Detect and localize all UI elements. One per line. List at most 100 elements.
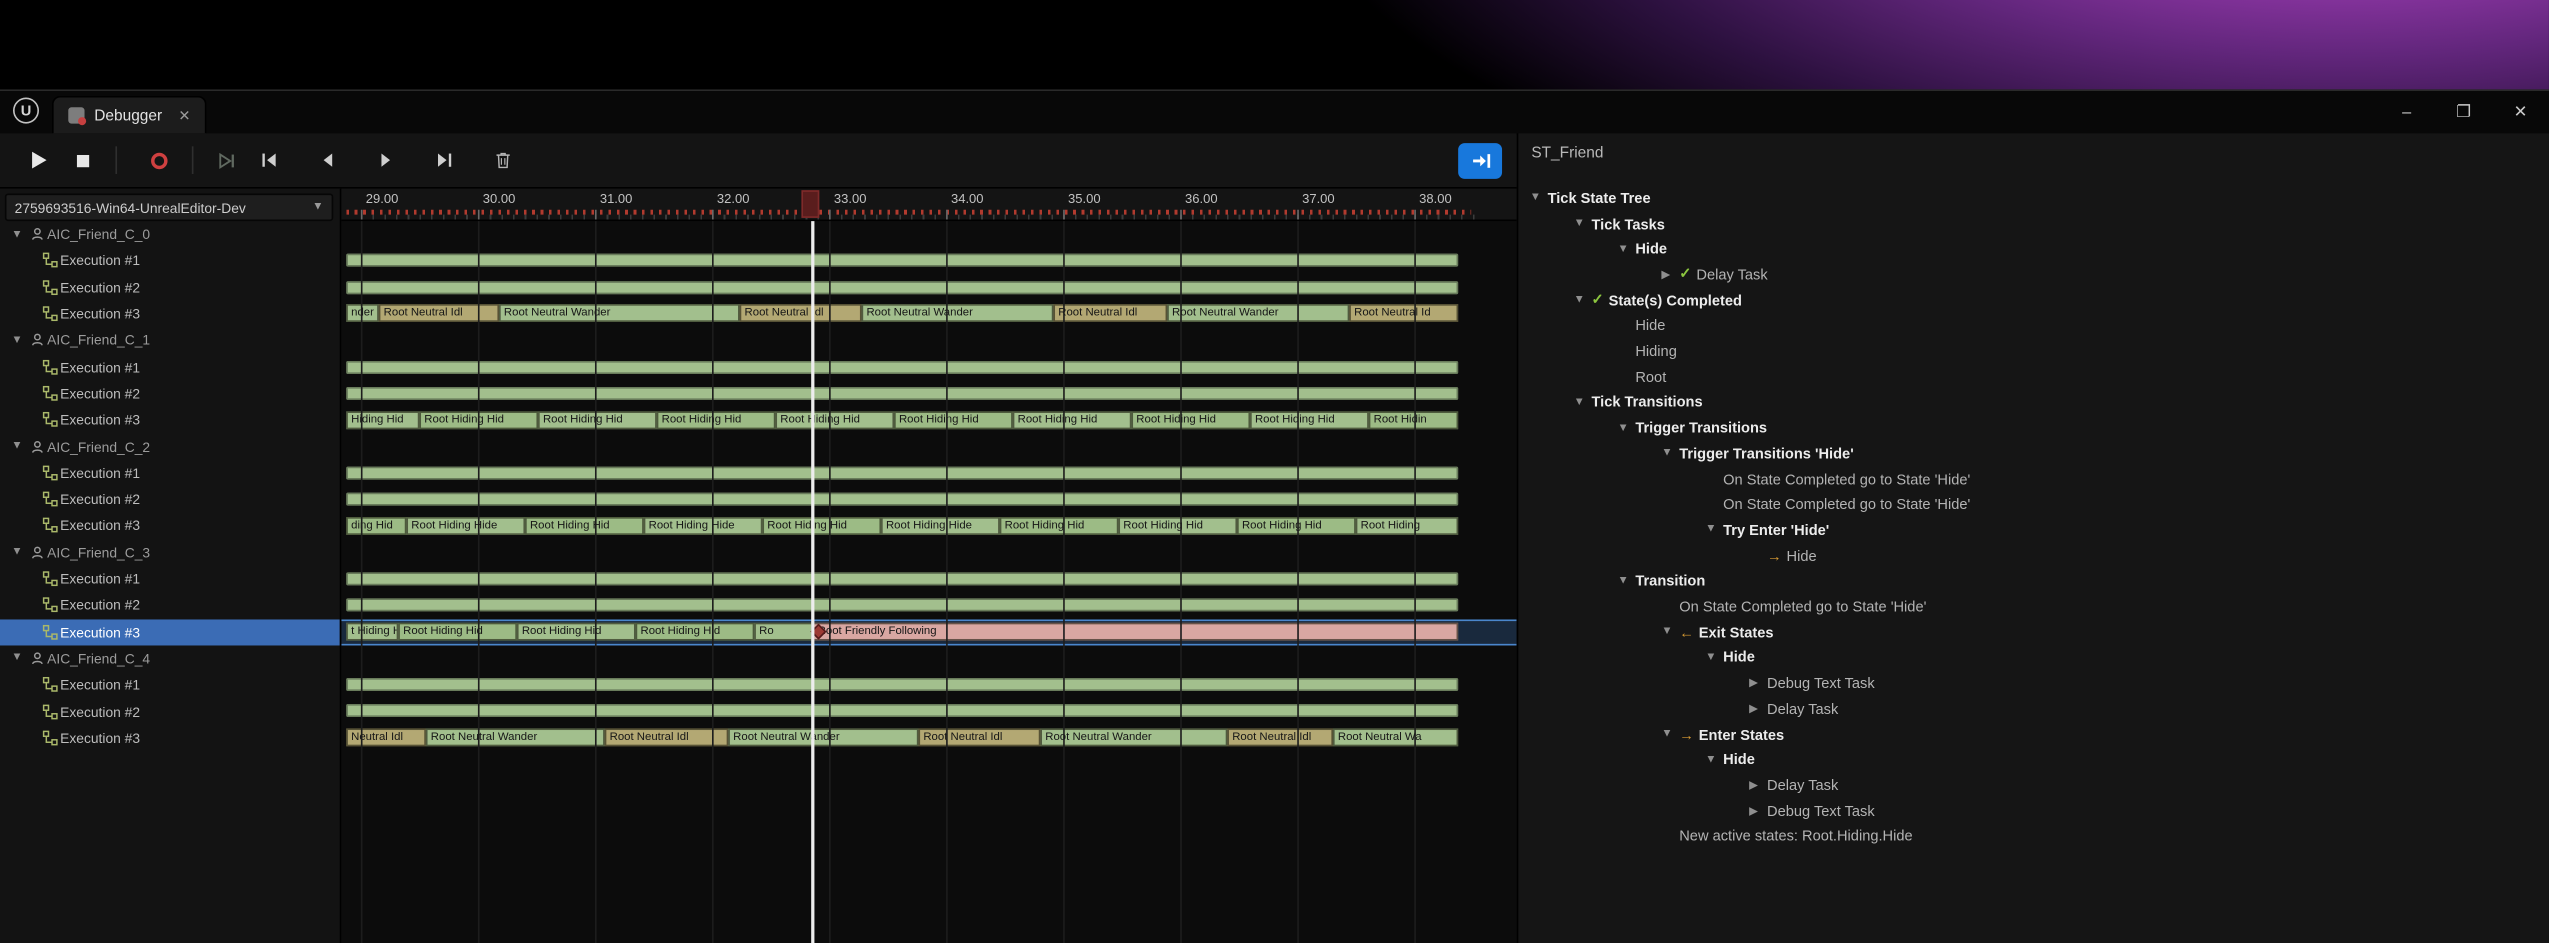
timeline-segment[interactable]: Root Neutral Wander	[499, 305, 740, 323]
timeline-segment[interactable]: Root Neutral Idl	[605, 729, 729, 747]
timeline-segment[interactable]: Root Neutral Idl	[1227, 729, 1333, 747]
timeline-bar[interactable]	[346, 599, 1458, 612]
state-tree-node[interactable]: Root	[1518, 364, 2549, 390]
caret-down-icon[interactable]: ▼	[1617, 422, 1635, 433]
timeline-segment[interactable]: Neutral Idl	[346, 729, 426, 747]
timeline-segment[interactable]: t Hiding Hid	[346, 623, 398, 641]
caret-down-icon[interactable]: ▼	[1661, 626, 1679, 637]
timeline-segment[interactable]: Root Hiding Hid	[1250, 411, 1369, 429]
next-frame-button[interactable]	[423, 139, 465, 181]
caret-right-icon[interactable]: ▶	[1661, 268, 1679, 281]
state-tree-node[interactable]: ▶Delay Task	[1518, 696, 2549, 722]
timeline-bar[interactable]	[346, 360, 1458, 373]
timeline-segment[interactable]: Root Hiding Hid	[636, 623, 755, 641]
timeline-segment[interactable]: Root Neutral Idl	[918, 729, 1040, 747]
timeline-segment[interactable]: Root Friendly Following	[813, 623, 1458, 641]
timeline-segment[interactable]: Root Hiding Hid	[1000, 517, 1119, 535]
minimize-button[interactable]: –	[2378, 91, 2435, 133]
state-tree-node[interactable]: ▼✓State(s) Completed	[1518, 287, 2549, 313]
timeline-segment[interactable]: Root Hiding Hide	[881, 517, 1000, 535]
execution-row[interactable]: Execution #1	[0, 566, 340, 592]
timeline-bar[interactable]	[346, 678, 1458, 691]
instance-row[interactable]: ▼AIC_Friend_C_4	[0, 645, 340, 671]
timeline[interactable]: 29.0030.0031.0032.0033.0034.0035.0036.00…	[341, 189, 1516, 943]
state-tree-node[interactable]: Hiding	[1518, 338, 2549, 364]
state-tree-node[interactable]: On State Completed go to State 'Hide'	[1518, 492, 2549, 518]
timeline-segment[interactable]: Root Neutral Idl	[1053, 305, 1167, 323]
caret-down-icon[interactable]: ▼	[1705, 754, 1723, 765]
timeline-segment[interactable]: Root Hiding Hid	[538, 411, 657, 429]
play-button[interactable]	[16, 139, 58, 181]
state-tree-node[interactable]: ▼→Enter States	[1518, 721, 2549, 747]
session-selector[interactable]: 2759693516-Win64-UnrealEditor-Dev ▼	[5, 193, 333, 221]
caret-right-icon[interactable]: ▶	[1749, 702, 1767, 715]
caret-down-icon[interactable]: ▼	[1617, 575, 1635, 586]
execution-row[interactable]: Execution #2	[0, 486, 340, 512]
execution-row[interactable]: Execution #1	[0, 672, 340, 698]
caret-down-icon[interactable]: ▼	[1574, 295, 1592, 306]
state-tree-node[interactable]: ▶Delay Task	[1518, 772, 2549, 798]
execution-row[interactable]: Execution #3	[0, 407, 340, 433]
caret-down-icon[interactable]: ▼	[1574, 218, 1592, 229]
close-button[interactable]: ✕	[2492, 91, 2549, 133]
resume-button[interactable]	[205, 139, 247, 181]
maximize-button[interactable]: ❐	[2435, 91, 2492, 133]
state-tree-node[interactable]: ▼Hide	[1518, 236, 2549, 262]
execution-row[interactable]: Execution #3	[0, 301, 340, 327]
record-button[interactable]	[138, 139, 180, 181]
step-forward-button[interactable]	[364, 139, 406, 181]
timeline-segment[interactable]: Root Hiding Hide	[644, 517, 763, 535]
state-tree-node[interactable]: ▶Debug Text Task	[1518, 670, 2549, 696]
scrub-marker[interactable]	[801, 190, 819, 218]
caret-right-icon[interactable]: ▶	[1749, 779, 1767, 792]
state-tree-node[interactable]: Hide	[1518, 313, 2549, 339]
caret-right-icon[interactable]: ▶	[1749, 677, 1767, 690]
instance-row[interactable]: ▼AIC_Friend_C_0	[0, 221, 340, 247]
timeline-ruler[interactable]: 29.0030.0031.0032.0033.0034.0035.0036.00…	[341, 189, 1516, 222]
timeline-segment[interactable]: Root Neutral Id	[1349, 305, 1458, 323]
timeline-segment[interactable]: Root Hiding Hide	[406, 517, 525, 535]
execution-row[interactable]: Execution #2	[0, 274, 340, 300]
instance-row[interactable]: ▼AIC_Friend_C_2	[0, 433, 340, 459]
timeline-segment[interactable]: Root Hiding Hid	[525, 517, 644, 535]
tab-debugger[interactable]: Debugger ✕	[52, 96, 207, 133]
caret-down-icon[interactable]: ▼	[1705, 652, 1723, 663]
clear-button[interactable]	[481, 139, 523, 181]
timeline-segment[interactable]: Root Neutral Wa	[1333, 729, 1458, 747]
timeline-bar[interactable]	[346, 466, 1458, 479]
caret-down-icon[interactable]: ▼	[1530, 192, 1548, 203]
timeline-segment[interactable]: Root Hiding Hid	[657, 411, 776, 429]
state-tree-node[interactable]: ▼Tick Tasks	[1518, 211, 2549, 237]
caret-down-icon[interactable]: ▼	[1661, 448, 1679, 459]
caret-down-icon[interactable]: ▼	[8, 441, 26, 452]
timeline-bar[interactable]	[346, 387, 1458, 400]
state-tree-node[interactable]: ▼Trigger Transitions	[1518, 415, 2549, 441]
state-tree-node[interactable]: ▼Hide	[1518, 645, 2549, 671]
prev-frame-button[interactable]	[247, 139, 289, 181]
execution-row[interactable]: Execution #1	[0, 354, 340, 380]
state-tree-node[interactable]: ▼Hide	[1518, 747, 2549, 773]
state-tree-node[interactable]: On State Completed go to State 'Hide'	[1518, 594, 2549, 620]
execution-row[interactable]: Execution #3	[0, 725, 340, 751]
timeline-segment[interactable]: Root Neutral Wander	[862, 305, 1054, 323]
timeline-bar[interactable]	[346, 705, 1458, 718]
execution-row[interactable]: Execution #3	[0, 619, 340, 645]
instance-row[interactable]: ▼AIC_Friend_C_1	[0, 327, 340, 353]
state-tree-node[interactable]: →Hide	[1518, 543, 2549, 569]
state-tree-node[interactable]: ▼Try Enter 'Hide'	[1518, 517, 2549, 543]
caret-down-icon[interactable]: ▼	[8, 335, 26, 346]
timeline-bar[interactable]	[346, 572, 1458, 585]
instance-row[interactable]: ▼AIC_Friend_C_3	[0, 539, 340, 565]
timeline-segment[interactable]: Root Hiding Hid	[517, 623, 636, 641]
state-tree-node[interactable]: On State Completed go to State 'Hide'	[1518, 466, 2549, 492]
tab-close-icon[interactable]: ✕	[178, 106, 190, 124]
state-tree-node[interactable]: ▼Tick State Tree	[1518, 185, 2549, 211]
step-back-button[interactable]	[306, 139, 348, 181]
timeline-bar[interactable]	[346, 493, 1458, 506]
execution-row[interactable]: Execution #3	[0, 513, 340, 539]
caret-down-icon[interactable]: ▼	[1574, 397, 1592, 408]
state-tree-node[interactable]: New active states: Root.Hiding.Hide	[1518, 824, 2549, 850]
timeline-segment[interactable]: Root Hiding Hid	[1013, 411, 1132, 429]
caret-down-icon[interactable]: ▼	[8, 547, 26, 558]
execution-row[interactable]: Execution #2	[0, 380, 340, 406]
